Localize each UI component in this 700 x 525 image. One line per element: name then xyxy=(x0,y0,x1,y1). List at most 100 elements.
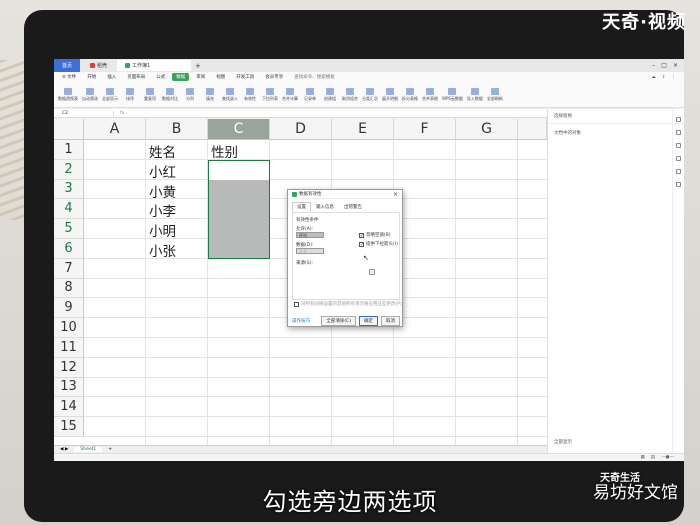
menu-data[interactable]: 数据 xyxy=(172,73,190,81)
property-icon[interactable] xyxy=(676,143,681,148)
tool-button[interactable]: 下拉列表 xyxy=(262,87,278,102)
column-header-g[interactable]: G xyxy=(456,119,518,140)
ignore-blank-checkbox[interactable]: ✓ 忽略空值(B) xyxy=(359,232,391,238)
row-header-9[interactable]: 9 xyxy=(54,298,84,319)
row-header-5[interactable]: 5 xyxy=(54,219,84,239)
tool-button[interactable]: WPS云数据 xyxy=(442,87,463,102)
tool-button[interactable]: 数据对比 xyxy=(162,87,178,102)
close-icon[interactable]: × xyxy=(393,191,398,198)
tool-button[interactable]: 全部刷新 xyxy=(487,87,503,102)
zoom-slider[interactable]: —●— xyxy=(661,455,674,460)
show-all-button[interactable]: 全部显示 xyxy=(554,439,572,445)
home-tab[interactable]: 首页 xyxy=(54,59,81,72)
column-header-h[interactable] xyxy=(518,119,547,140)
more-icon[interactable]: ⋮ xyxy=(672,75,677,80)
cell-c1[interactable]: 性别 xyxy=(211,141,238,161)
view-layout-icon[interactable]: ▤ xyxy=(651,455,655,460)
fx-icon[interactable]: fx xyxy=(114,111,124,116)
menu-view[interactable]: 视图 xyxy=(212,73,229,81)
tool-button[interactable]: 查找录入 xyxy=(222,87,238,102)
add-sheet-button[interactable]: + xyxy=(108,447,112,452)
cancel-button[interactable]: 取消 xyxy=(381,316,400,326)
row-header-2[interactable]: 2 xyxy=(54,159,84,180)
tool-button[interactable]: 记录单 xyxy=(302,87,318,102)
dropdown-arrow-checkbox[interactable]: ✓ 提供下拉箭头(I) xyxy=(359,241,398,247)
cloud-icon[interactable]: ☁ xyxy=(651,75,656,80)
share-icon[interactable]: ⇪ xyxy=(662,75,666,80)
data-select[interactable]: 介于 xyxy=(296,248,324,254)
tool-button[interactable]: 导入数据 xyxy=(467,87,483,102)
tool-button[interactable]: 展开明细 xyxy=(382,87,398,102)
menu-developer[interactable]: 开发工具 xyxy=(232,73,258,81)
tab-workbook[interactable]: 工作簿1 xyxy=(117,60,192,71)
row-header-11[interactable]: 11 xyxy=(54,338,84,358)
share-icon[interactable] xyxy=(676,169,681,174)
menu-home[interactable]: 开始 xyxy=(83,73,100,81)
style-icon[interactable] xyxy=(676,130,681,135)
tool-button[interactable]: 取消组合 xyxy=(342,87,358,102)
tool-button[interactable]: 合并计算 xyxy=(282,87,298,102)
column-header-a[interactable]: A xyxy=(84,119,146,140)
file-menu[interactable]: ≡ 文件 xyxy=(58,73,80,81)
tool-button[interactable]: 填充 xyxy=(202,87,218,102)
tool-button[interactable]: 分列 xyxy=(182,87,198,102)
cell-b2[interactable]: 小红 xyxy=(149,161,176,181)
maximize-icon[interactable]: □ xyxy=(661,62,667,69)
tool-button[interactable]: 分类汇总 xyxy=(362,87,378,102)
help-icon[interactable] xyxy=(676,182,681,187)
tool-button[interactable]: 合并表格 xyxy=(422,87,438,102)
backup-icon[interactable] xyxy=(676,156,681,161)
column-header-d[interactable]: D xyxy=(270,119,332,140)
tool-button[interactable]: 拆分表格 xyxy=(402,87,418,102)
cell-b3[interactable]: 小黄 xyxy=(149,181,176,201)
cell-b6[interactable]: 小张 xyxy=(149,240,176,260)
row-header-4[interactable]: 4 xyxy=(54,199,84,220)
cell-b5[interactable]: 小明 xyxy=(149,220,176,240)
active-cell[interactable] xyxy=(209,161,269,180)
new-tab-button[interactable]: + xyxy=(195,62,201,70)
close-icon[interactable]: × xyxy=(673,62,678,69)
cell-b4[interactable]: 小李 xyxy=(149,200,176,220)
view-normal-icon[interactable]: ▦ xyxy=(641,455,645,460)
select-all-corner[interactable] xyxy=(54,119,84,140)
tool-button[interactable]: 全部显示 xyxy=(102,87,118,102)
apply-all-checkbox[interactable]: 对所有同样设置的其他所有单元格应用这些更改(P) xyxy=(294,301,402,307)
tool-button[interactable]: 创建组 xyxy=(322,87,338,102)
select-icon[interactable] xyxy=(676,117,681,122)
ok-button[interactable]: 确定 xyxy=(359,316,378,326)
clear-all-button[interactable]: 全部清除(C) xyxy=(321,316,356,326)
cell-b1[interactable]: 姓名 xyxy=(149,141,176,161)
column-header-b[interactable]: B xyxy=(146,119,208,140)
range-picker-icon[interactable] xyxy=(369,269,375,275)
column-header-c[interactable]: C xyxy=(208,119,270,140)
name-box[interactable]: C2 xyxy=(54,110,114,116)
menu-layout[interactable]: 页面布局 xyxy=(123,73,149,81)
row-header-13[interactable]: 13 xyxy=(54,377,84,398)
column-header-e[interactable]: E xyxy=(332,119,394,140)
row-header-6[interactable]: 6 xyxy=(54,239,84,259)
tool-button[interactable]: 排序 xyxy=(122,87,138,102)
tool-button[interactable]: 重复项 xyxy=(142,87,158,102)
minimize-icon[interactable]: – xyxy=(652,62,655,69)
tool-button[interactable]: 自动筛选 xyxy=(82,87,98,102)
row-header-8[interactable]: 8 xyxy=(54,278,84,299)
tool-button[interactable]: 有效性 xyxy=(242,87,258,102)
tips-link[interactable]: 操作技巧 xyxy=(292,318,310,324)
row-header-3[interactable]: 3 xyxy=(54,179,84,200)
menu-review[interactable]: 审阅 xyxy=(192,73,209,81)
tool-button[interactable]: 数据透视表 xyxy=(58,87,78,102)
command-search[interactable]: 查找命令、搜索模板 xyxy=(294,74,335,80)
sheet-tab[interactable]: Sheet1 xyxy=(74,447,103,452)
menu-member[interactable]: 会员专享 xyxy=(261,73,287,81)
row-header-7[interactable]: 7 xyxy=(54,258,84,279)
menu-formula[interactable]: 公式 xyxy=(152,73,169,81)
menu-insert[interactable]: 插入 xyxy=(103,73,120,81)
column-header-f[interactable]: F xyxy=(394,119,456,140)
row-header-10[interactable]: 10 xyxy=(54,318,84,338)
row-header-15[interactable]: 15 xyxy=(54,417,84,437)
sheet-nav-icon[interactable]: ◀ ▶ xyxy=(60,447,68,452)
row-header-14[interactable]: 14 xyxy=(54,397,84,418)
row-header-12[interactable]: 12 xyxy=(54,357,84,378)
tab-docer[interactable]: 稻壳 xyxy=(82,60,115,71)
tab-input-message[interactable]: 输入信息 xyxy=(311,202,339,212)
